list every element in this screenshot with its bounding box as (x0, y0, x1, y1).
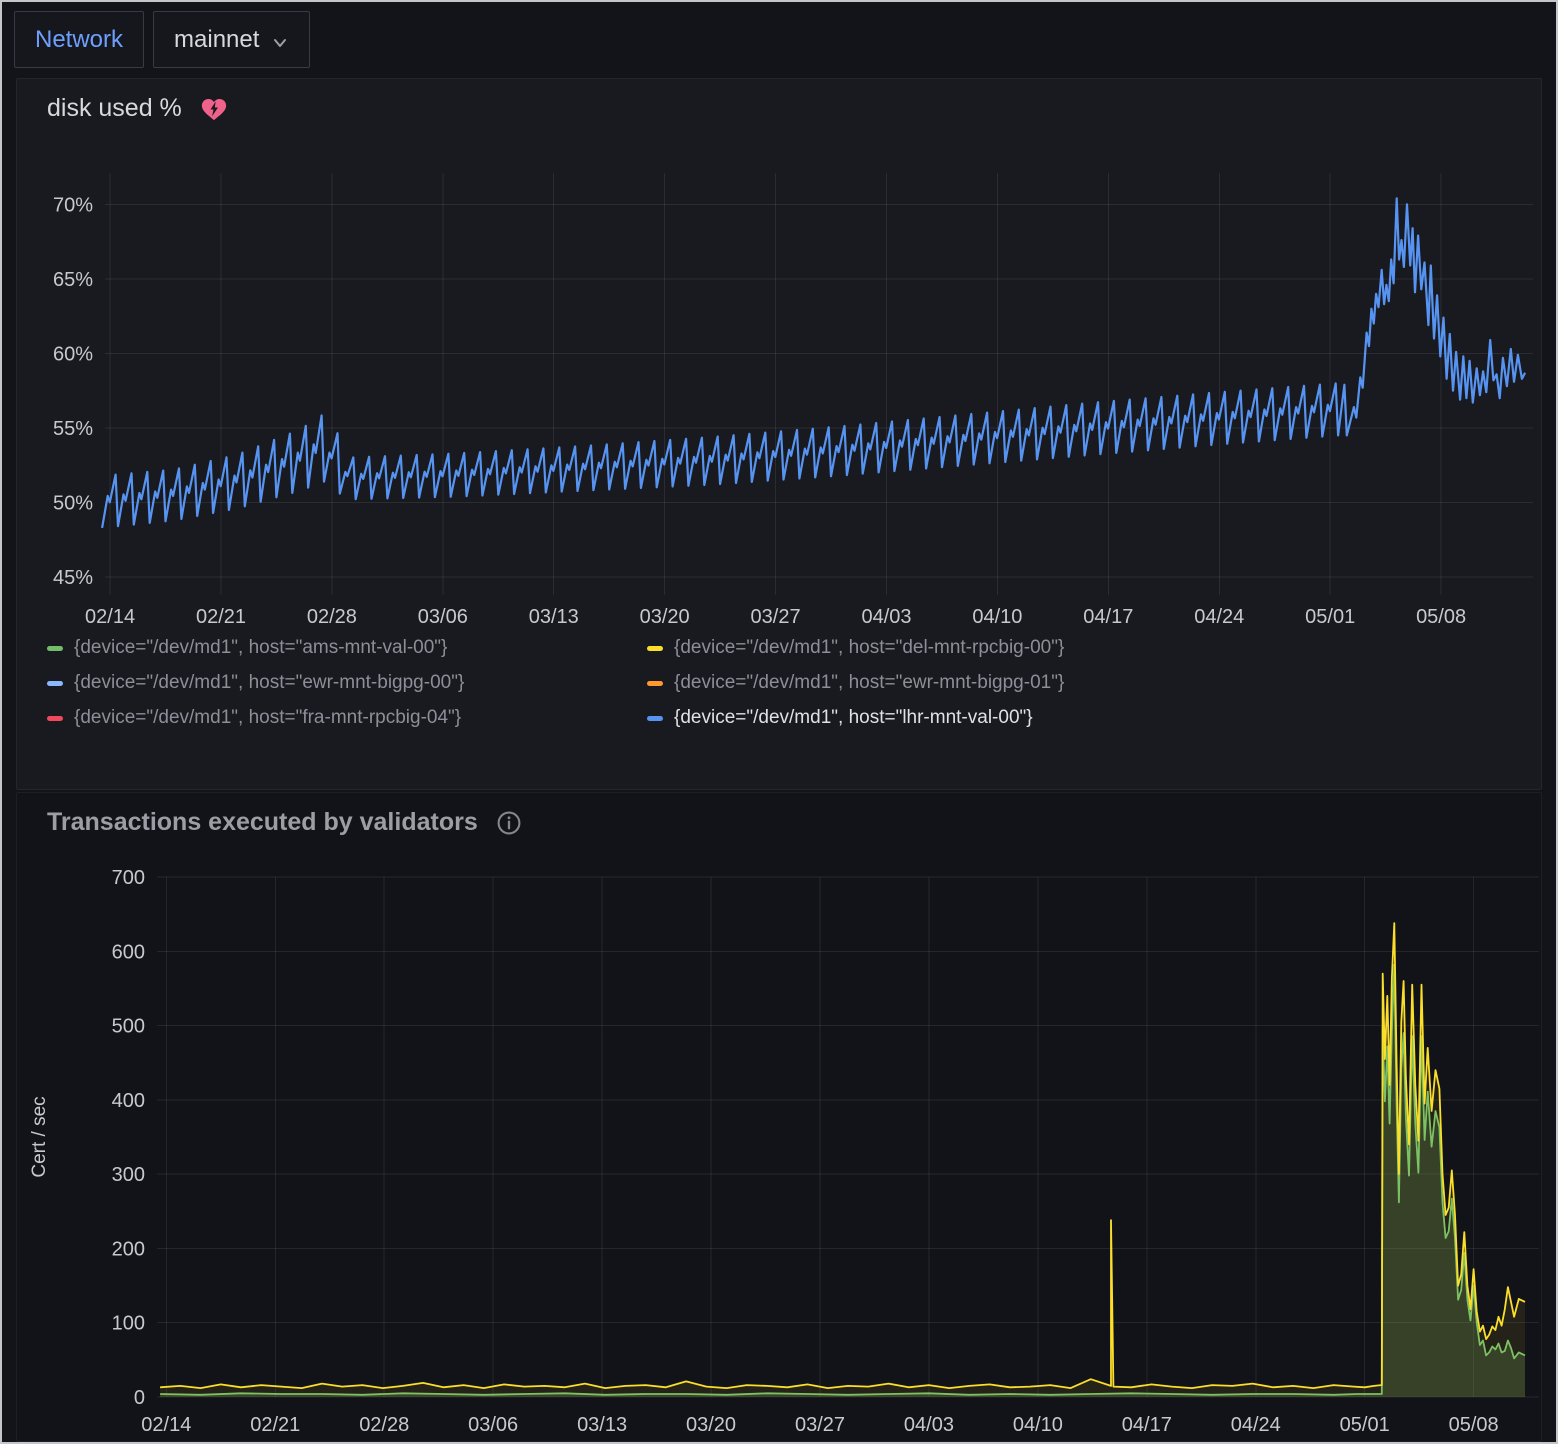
x-axis-tick-label: 02/21 (196, 606, 246, 628)
series-color-marker (47, 681, 63, 686)
y-axis-tick-label: 70% (53, 194, 93, 216)
y-axis-tick-label: 65% (53, 269, 93, 291)
x-axis-tick-label: 04/24 (1194, 606, 1244, 628)
x-axis-tick-label: 03/27 (795, 1414, 845, 1436)
disk-used-chart[interactable]: 45% 50% 55% 60% 65% 70% 02/14 02/21 02/28 03/06 03… (17, 129, 1545, 629)
y-axis-tick-label: 60% (53, 343, 93, 365)
network-variable-label-text: Network (35, 26, 123, 54)
x-axis-tick-label: 05/01 (1305, 606, 1355, 628)
x-axis-tick-label: 02/28 (359, 1414, 409, 1436)
series-color-marker (647, 716, 663, 721)
legend-item-fra-mnt-rpcbig-04[interactable]: {device="/dev/md1", host="fra-mnt-rpcbig… (47, 707, 647, 729)
legend-item-ams-mnt-val-00[interactable]: {device="/dev/md1", host="ams-mnt-val-00… (47, 637, 647, 659)
x-axis-tick-label: 03/20 (640, 606, 690, 628)
legend-item-del-mnt-rpcbig-00[interactable]: {device="/dev/md1", host="del-mnt-rpcbig… (647, 637, 1541, 659)
panel-disk-used-header: disk used % (17, 79, 1541, 123)
chevron-down-icon (271, 34, 289, 52)
green-series-line (160, 965, 1525, 1395)
legend-item-label: {device="/dev/md1", host="del-mnt-rpcbig… (674, 637, 1064, 659)
transactions-chart[interactable]: 0 100 200 300 400 500 600 700 02/14 02/21 02/28 03/… (17, 859, 1545, 1444)
y-axis-title: Cert / sec (29, 1096, 50, 1177)
x-axis-tick-label: 05/08 (1416, 606, 1466, 628)
legend-item-label: {device="/dev/md1", host="lhr-mnt-val-00… (674, 707, 1033, 729)
series-color-marker (647, 646, 663, 651)
panel-transactions-header: Transactions executed by validators (17, 793, 1541, 837)
yellow-series-fill (160, 923, 1525, 1397)
x-axis-tick-label: 02/21 (250, 1414, 300, 1436)
y-axis-tick-label: 0 (134, 1387, 145, 1409)
y-axis-tick-label: 400 (112, 1090, 145, 1112)
series-color-marker (647, 681, 663, 686)
panel-transactions: Transactions executed by validators 0 100… (16, 792, 1542, 1442)
x-axis-tick-label: 03/06 (418, 606, 468, 628)
panel-disk-used: disk used % 45% 50% 55% 60% 65% 70% 02/14 02/21… (16, 78, 1542, 790)
x-axis-tick-label: 04/17 (1122, 1414, 1172, 1436)
legend-item-label: {device="/dev/md1", host="ams-mnt-val-00… (74, 637, 447, 659)
disk-used-series-line (102, 198, 1525, 528)
x-axis-tick-label: 04/10 (1013, 1414, 1063, 1436)
x-axis-tick-label: 05/01 (1340, 1414, 1390, 1436)
x-axis-tick-label: 04/24 (1231, 1414, 1281, 1436)
heart-break-alert-icon[interactable] (200, 96, 228, 122)
x-axis-tick-label: 03/13 (577, 1414, 627, 1436)
x-axis-tick-label: 04/10 (972, 606, 1022, 628)
panel-disk-used-title[interactable]: disk used % (47, 94, 182, 123)
series-color-marker (47, 716, 63, 721)
y-axis-tick-label: 200 (112, 1238, 145, 1260)
x-axis-tick-label: 05/08 (1449, 1414, 1499, 1436)
x-axis-tick-label: 03/06 (468, 1414, 518, 1436)
x-axis-tick-label: 04/03 (861, 606, 911, 628)
disk-used-legend: {device="/dev/md1", host="ams-mnt-val-00… (47, 637, 1541, 729)
x-axis-tick-label: 03/27 (751, 606, 801, 628)
green-series-fill (160, 965, 1525, 1397)
disk-used-chart-container: 45% 50% 55% 60% 65% 70% 02/14 02/21 02/28 03/06 03… (17, 129, 1541, 629)
network-variable-value: mainnet (174, 26, 259, 54)
network-variable-dropdown[interactable]: mainnet (153, 11, 310, 68)
legend-item-ewr-mnt-bigpg-00[interactable]: {device="/dev/md1", host="ewr-mnt-bigpg-… (47, 672, 647, 694)
dashboard-frame: Network mainnet disk used % 45% 50% 55% 60%… (0, 0, 1558, 1444)
y-axis-tick-label: 300 (112, 1164, 145, 1186)
legend-item-ewr-mnt-bigpg-01[interactable]: {device="/dev/md1", host="ewr-mnt-bigpg-… (647, 672, 1541, 694)
legend-item-label: {device="/dev/md1", host="ewr-mnt-bigpg-… (674, 672, 1064, 694)
y-axis-tick-label: 50% (53, 493, 93, 515)
legend-item-lhr-mnt-val-00[interactable]: {device="/dev/md1", host="lhr-mnt-val-00… (647, 707, 1541, 729)
x-axis-tick-label: 03/20 (686, 1414, 736, 1436)
series-color-marker (47, 646, 63, 651)
x-axis-tick-label: 03/13 (529, 606, 579, 628)
y-axis-tick-label: 700 (112, 867, 145, 889)
y-axis-tick-label: 100 (112, 1313, 145, 1335)
legend-item-label: {device="/dev/md1", host="fra-mnt-rpcbig… (74, 707, 461, 729)
variables-toolbar: Network mainnet (2, 2, 1556, 76)
network-variable-label: Network (14, 11, 144, 68)
panel-transactions-title[interactable]: Transactions executed by validators (47, 808, 478, 837)
info-circle-icon[interactable] (496, 810, 522, 836)
legend-item-label: {device="/dev/md1", host="ewr-mnt-bigpg-… (74, 672, 464, 694)
x-axis-tick-label: 02/14 (141, 1414, 191, 1436)
transactions-chart-container: 0 100 200 300 400 500 600 700 02/14 02/21 02/28 03/… (17, 859, 1541, 1444)
y-axis-tick-label: 45% (53, 567, 93, 589)
x-axis-tick-label: 02/14 (85, 606, 135, 628)
y-axis-tick-label: 500 (112, 1016, 145, 1038)
yellow-series-line (160, 923, 1525, 1388)
x-axis-tick-label: 04/17 (1083, 606, 1133, 628)
y-axis-tick-label: 600 (112, 941, 145, 963)
x-axis-tick-label: 04/03 (904, 1414, 954, 1436)
y-axis-tick-label: 55% (53, 418, 93, 440)
x-axis-tick-label: 02/28 (307, 606, 357, 628)
